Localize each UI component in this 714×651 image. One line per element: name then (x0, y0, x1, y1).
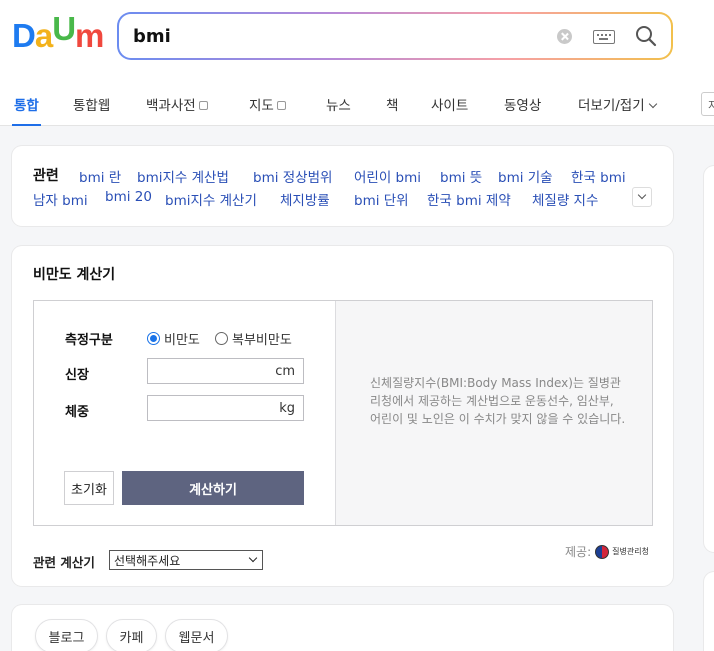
logo-letter-d: D (12, 17, 36, 54)
related-link[interactable]: bmi 뜻 (440, 166, 482, 186)
weight-input[interactable]: kg (147, 395, 304, 421)
calculator-panel: 측정구분 비만도 복부비만도 신장 cm 체중 kg 초기화 계산하기 신체질량… (33, 300, 653, 526)
related-link[interactable]: bmi지수 계산기 (165, 189, 257, 209)
external-box-icon (198, 101, 208, 110)
related-calculator-select[interactable]: 선택해주세요 (109, 550, 263, 570)
tab-more-label: 더보기/접기 (578, 98, 645, 114)
bmi-description: 신체질량지수(BMI:Body Mass Index)는 질병관리청에서 제공하… (370, 376, 626, 426)
tab-books[interactable]: 책 (386, 94, 398, 114)
provider-name: 질병관리청 (612, 547, 649, 556)
tab-more-toggle[interactable]: 더보기/접기 (578, 94, 657, 114)
external-box-icon (276, 101, 286, 110)
tab-encyclopedia-label: 백과사전 (146, 98, 196, 114)
bmi-calculator-card: 비만도 계산기 측정구분 비만도 복부비만도 신장 cm 체중 kg 초기화 계… (12, 246, 673, 586)
radio-unchecked-icon (215, 332, 228, 345)
tab-integrated-web[interactable]: 통합웹 (73, 94, 110, 114)
result-tabs-card: 블로그 카페 웹문서 (12, 605, 673, 651)
height-unit: cm (275, 364, 295, 379)
header: DaUm 통합 통합웹 백과사전 지도 뉴스 책 사이트 동영상 더보기/접기 … (0, 0, 714, 126)
daum-logo[interactable]: DaUm (12, 12, 104, 54)
reset-button[interactable]: 초기화 (64, 471, 114, 505)
search-icon[interactable] (635, 25, 657, 47)
search-input[interactable] (133, 20, 533, 52)
related-link[interactable]: bmi 단위 (354, 189, 409, 209)
related-link[interactable]: bmi 정상범위 (253, 166, 332, 186)
related-title: 관련 (33, 168, 59, 184)
radio-obesity-label: 비만도 (164, 333, 200, 348)
tab-sites[interactable]: 사이트 (431, 94, 468, 114)
related-link[interactable]: 한국 bmi 제약 (427, 189, 511, 209)
related-link[interactable]: 남자 bmi (33, 189, 88, 209)
related-link[interactable]: bmi 20 (105, 189, 152, 205)
radio-abdominal-label: 복부비만도 (232, 333, 292, 348)
calculator-form: 측정구분 비만도 복부비만도 신장 cm 체중 kg 초기화 계산하기 (34, 301, 335, 525)
nav-edge-button[interactable]: 지 (701, 92, 714, 116)
provider-prefix: 제공: (565, 545, 592, 559)
tab-news[interactable]: 뉴스 (326, 94, 351, 114)
tab-webdocs[interactable]: 웹문서 (165, 619, 228, 651)
logo-letter-a: a (34, 17, 53, 54)
search-tabs: 통합 통합웹 백과사전 지도 뉴스 책 사이트 동영상 더보기/접기 지 (0, 80, 714, 126)
tab-map-label: 지도 (249, 98, 274, 114)
weight-unit: kg (279, 401, 295, 416)
related-link[interactable]: 체질량 지수 (532, 189, 598, 209)
logo-letter-u: U (52, 10, 76, 47)
measure-type-label: 측정구분 (65, 333, 113, 348)
tab-encyclopedia[interactable]: 백과사전 (146, 94, 208, 114)
related-link[interactable]: bmi 란 (79, 166, 121, 186)
radio-checked-icon (147, 332, 160, 345)
related-calculator-value: 선택해주세요 (114, 553, 181, 568)
tab-video[interactable]: 동영상 (504, 94, 541, 114)
tab-cafe[interactable]: 카페 (106, 619, 157, 651)
height-input[interactable]: cm (147, 358, 304, 384)
chevron-down-icon (648, 99, 657, 109)
active-tab-indicator (12, 124, 41, 126)
related-calculator-label: 관련 계산기 (33, 555, 95, 570)
related-searches-card: 관련 bmi 란 bmi지수 계산법 bmi 정상범위 어린이 bmi bmi … (12, 146, 673, 226)
weight-label: 체중 (65, 405, 89, 420)
tab-blog[interactable]: 블로그 (35, 619, 98, 651)
chevron-down-icon (248, 553, 258, 563)
provider-credit: 제공: 질병관리청 (565, 543, 649, 560)
keyboard-icon[interactable] (593, 30, 615, 44)
related-link[interactable]: bmi지수 계산법 (137, 166, 229, 186)
radio-obesity[interactable]: 비만도 (147, 329, 200, 348)
related-expand-button[interactable] (632, 187, 652, 207)
related-link[interactable]: bmi 기술 (498, 166, 553, 186)
calculator-info: 신체질량지수(BMI:Body Mass Index)는 질병관리청에서 제공하… (335, 301, 652, 525)
radio-abdominal-obesity[interactable]: 복부비만도 (215, 329, 292, 348)
height-label: 신장 (65, 368, 89, 383)
search-inner (119, 14, 671, 58)
right-column-card (704, 572, 714, 651)
related-link[interactable]: 체지방률 (280, 189, 330, 209)
related-link[interactable]: 어린이 bmi (354, 166, 421, 186)
calculate-button[interactable]: 계산하기 (122, 471, 304, 505)
calculator-title: 비만도 계산기 (33, 267, 116, 283)
tab-integrated[interactable]: 통합 (14, 94, 39, 114)
search-box (117, 12, 673, 60)
kdca-emblem-icon (595, 544, 610, 559)
related-link[interactable]: 한국 bmi (571, 166, 626, 186)
logo-letter-m: m (75, 17, 104, 54)
clear-icon[interactable] (557, 29, 572, 44)
tab-map[interactable]: 지도 (249, 94, 286, 114)
right-column-card (704, 166, 714, 552)
